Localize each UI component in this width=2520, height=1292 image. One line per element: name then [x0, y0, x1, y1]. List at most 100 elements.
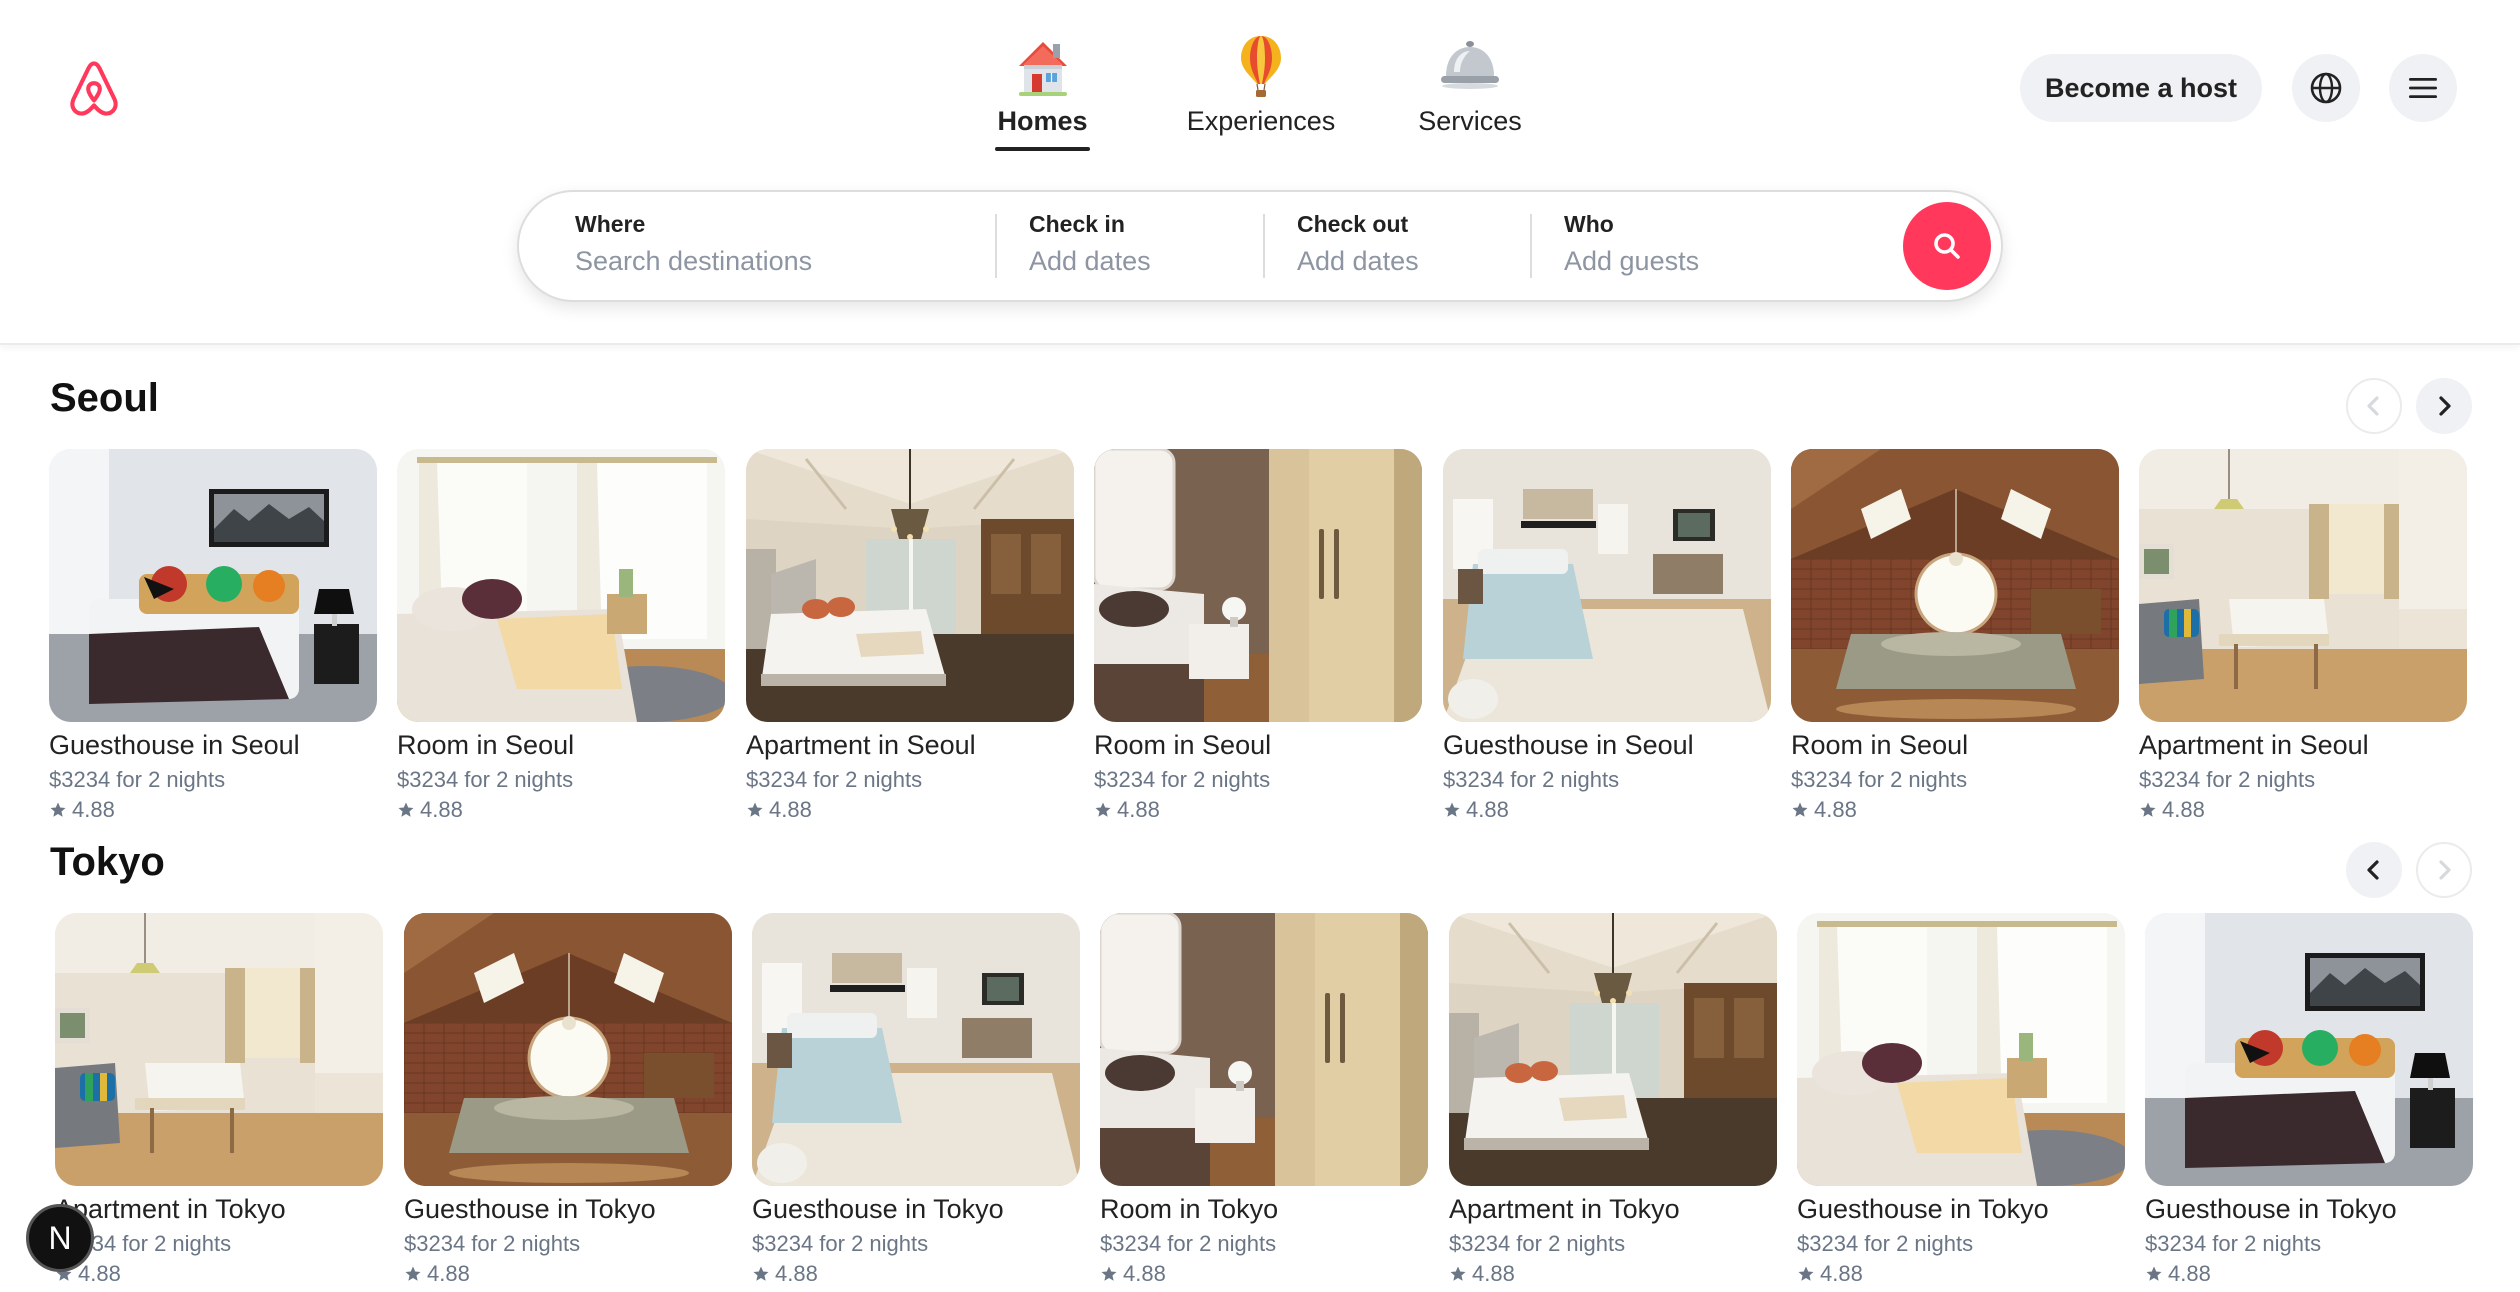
- listing-photo[interactable]: [404, 913, 732, 1186]
- section-title: Seoul: [50, 376, 159, 420]
- who-input[interactable]: Add guests: [1564, 246, 1844, 277]
- listing-photo[interactable]: [49, 449, 377, 722]
- listing-price: $3234 for 2 nights: [55, 1231, 232, 1256]
- listing-title: Guesthouse in Tokyo: [404, 1194, 656, 1224]
- listing-card[interactable]: Guesthouse in Seoul $3234 for 2 nights 4.8…: [49, 449, 377, 823]
- rating-value: 4.88: [1466, 797, 1509, 822]
- listing-card[interactable]: Guesthouse in Seoul $3234 for 2 nights 4.8…: [1443, 449, 1771, 823]
- where-field[interactable]: Where Search destinations: [575, 192, 975, 300]
- globe-icon: [2310, 72, 2342, 104]
- chevron-right-icon: [2439, 860, 2451, 880]
- listing-price: $3234 for 2 nights: [49, 767, 226, 792]
- listing-photo[interactable]: [1449, 913, 1777, 1186]
- listing-card[interactable]: Guesthouse in Tokyo $3234 for 2 nights 4.8…: [752, 913, 1080, 1287]
- listing-price: $3234 for 2 nights: [1100, 1231, 1277, 1256]
- chevron-left-icon: [2367, 860, 2379, 880]
- listing-rating: 4.88: [1094, 797, 1422, 823]
- tab-services[interactable]: Services: [1415, 32, 1525, 137]
- carousel-next-button[interactable]: [2416, 842, 2472, 898]
- tab-label: Experiences: [1186, 106, 1336, 136]
- where-input[interactable]: Search destinations: [575, 246, 975, 277]
- listing-rating: 4.88: [2139, 797, 2467, 823]
- listing-card[interactable]: Guesthouse in Tokyo $3234 for 2 nights 4.8…: [1797, 913, 2125, 1287]
- section-title: Tokyo: [50, 840, 165, 884]
- check-in-field[interactable]: Check in Add dates: [1029, 192, 1279, 300]
- listing-photo[interactable]: [746, 449, 1074, 722]
- carousel-next-button[interactable]: [2416, 378, 2472, 434]
- listing-card[interactable]: Room in Seoul $3234 for 2 nights 4.88: [1791, 449, 2119, 823]
- listing-photo[interactable]: [2145, 913, 2473, 1186]
- carousel-prev-button[interactable]: [2346, 378, 2402, 434]
- star-icon: [50, 802, 66, 817]
- listing-rating: 4.88: [752, 1261, 1080, 1287]
- service-bell-icon: [1441, 41, 1499, 89]
- listing-photo[interactable]: [1094, 449, 1422, 722]
- check-in-label: Check in: [1029, 211, 1125, 237]
- rating-value: 4.88: [420, 797, 463, 822]
- listing-photo[interactable]: [2139, 449, 2467, 722]
- listing-price: $3234 for 2 nights: [1791, 767, 1968, 792]
- listing-price: $3234 for 2 nights: [746, 767, 923, 792]
- house-icon: [1018, 42, 1067, 96]
- listing-card[interactable]: Guesthouse in Tokyo $3234 for 2 nights 4.8…: [404, 913, 732, 1287]
- listing-photo[interactable]: [1797, 913, 2125, 1186]
- tab-homes[interactable]: Homes: [995, 32, 1090, 151]
- rating-value: 4.88: [72, 797, 115, 822]
- rating-value: 4.88: [2168, 1261, 2211, 1286]
- who-label: Who: [1564, 211, 1614, 237]
- listing-photo[interactable]: [397, 449, 725, 722]
- who-field[interactable]: Who Add guests: [1564, 192, 1844, 300]
- listing-price: $3234 for 2 nights: [2145, 1231, 2322, 1256]
- star-icon: [405, 1266, 421, 1281]
- listing-photo[interactable]: [1100, 913, 1428, 1186]
- listing-card[interactable]: Room in Seoul $3234 for 2 nights 4.88: [397, 449, 725, 823]
- star-icon: [1101, 1266, 1117, 1281]
- listing-rating: 4.88: [1797, 1261, 2125, 1287]
- star-icon: [398, 802, 414, 817]
- listing-card[interactable]: Apartment in Seoul $3234 for 2 nights 4.88: [746, 449, 1074, 823]
- listing-title: Guesthouse in Seoul: [1443, 730, 1694, 760]
- listing-card[interactable]: Guesthouse in Tokyo $3234 for 2 nights 4.8…: [2145, 913, 2473, 1287]
- star-icon: [1444, 802, 1460, 817]
- carousel-prev-button[interactable]: [2346, 842, 2402, 898]
- check-in-input[interactable]: Add dates: [1029, 246, 1279, 277]
- rating-value: 4.88: [1820, 1261, 1863, 1286]
- become-host-button[interactable]: Become a host: [2020, 54, 2262, 122]
- rating-value: 4.88: [1117, 797, 1160, 822]
- listing-card[interactable]: Apartment in Seoul $3234 for 2 nights 4.88: [2139, 449, 2467, 823]
- tab-experiences[interactable]: Experiences: [1183, 32, 1339, 137]
- listing-card[interactable]: Apartment in Tokyo $3234 for 2 nights 4.88: [55, 913, 383, 1287]
- listing-price: $3234 for 2 nights: [397, 767, 574, 792]
- listing-rating: 4.88: [404, 1261, 732, 1287]
- listing-price: $3234 for 2 nights: [1797, 1231, 1974, 1256]
- check-out-input[interactable]: Add dates: [1297, 246, 1547, 277]
- listing-rating: 4.88: [55, 1261, 383, 1287]
- tab-label: Homes: [997, 106, 1088, 136]
- search-divider: [1530, 214, 1532, 278]
- listing-photo[interactable]: [1791, 449, 2119, 722]
- listing-rating: 4.88: [397, 797, 725, 823]
- search-button[interactable]: [1903, 202, 1991, 290]
- listing-title: Apartment in Tokyo: [55, 1194, 286, 1224]
- rating-value: 4.88: [769, 797, 812, 822]
- listing-title: Apartment in Tokyo: [1449, 1194, 1680, 1224]
- listing-title: Room in Seoul: [397, 730, 575, 760]
- main-menu-button[interactable]: [2389, 54, 2457, 122]
- listing-photo[interactable]: [752, 913, 1080, 1186]
- listing-title: Apartment in Seoul: [746, 730, 976, 760]
- where-label: Where: [575, 211, 646, 237]
- listing-title: Room in Seoul: [1791, 730, 1969, 760]
- listing-card[interactable]: Room in Tokyo $3234 for 2 nights 4.88: [1100, 913, 1428, 1287]
- user-avatar-badge[interactable]: N: [26, 1204, 94, 1272]
- star-icon: [747, 802, 763, 817]
- listing-photo[interactable]: [55, 913, 383, 1186]
- rating-value: 4.88: [427, 1261, 470, 1286]
- listing-photo[interactable]: [1443, 449, 1771, 722]
- listing-title: Room in Seoul: [1094, 730, 1272, 760]
- language-button[interactable]: [2292, 54, 2360, 122]
- listing-rating: 4.88: [1791, 797, 2119, 823]
- check-out-field[interactable]: Check out Add dates: [1297, 192, 1547, 300]
- listing-title: Guesthouse in Tokyo: [1797, 1194, 2049, 1224]
- listing-card[interactable]: Room in Seoul $3234 for 2 nights 4.88: [1094, 449, 1422, 823]
- listing-card[interactable]: Apartment in Tokyo $3234 for 2 nights 4.88: [1449, 913, 1777, 1287]
